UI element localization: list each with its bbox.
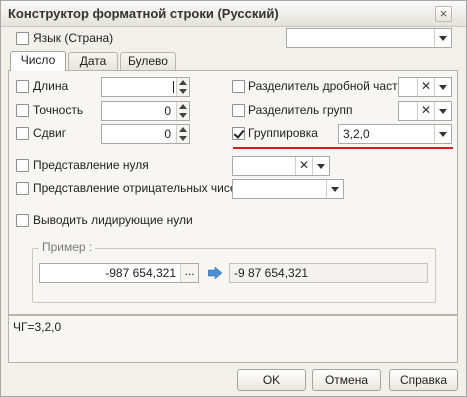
negative-representation-select[interactable] — [232, 179, 344, 199]
chevron-down-icon[interactable] — [434, 78, 451, 96]
grouping-value: 3,2,0 — [343, 127, 370, 141]
precision-checkbox[interactable] — [16, 104, 29, 117]
negative-representation-label: Представление отрицательных чисел — [33, 181, 244, 195]
zero-representation-label: Представление нуля — [33, 158, 149, 172]
dialog-window: Конструктор форматной строки (Русский) ×… — [0, 0, 467, 397]
group-separator-label: Разделитель групп — [248, 103, 353, 117]
grouping-label: Группировка — [248, 126, 318, 140]
decimal-separator-label: Разделитель дробной части — [248, 79, 405, 93]
decimal-separator-select[interactable]: ✕ — [398, 77, 452, 97]
clear-icon[interactable]: ✕ — [417, 78, 434, 96]
precision-spinner[interactable] — [176, 102, 189, 120]
window-title: Конструктор форматной строки (Русский) — [8, 6, 279, 21]
highlight-underline — [233, 147, 453, 149]
chevron-down-icon[interactable] — [434, 29, 451, 47]
leading-zeros-label: Выводить лидирующие нули — [33, 213, 193, 227]
zero-representation-checkbox[interactable] — [16, 159, 29, 172]
length-input[interactable] — [101, 77, 190, 97]
negative-representation-checkbox[interactable] — [16, 182, 29, 195]
format-string-text: ЧГ=3,2,0 — [13, 320, 62, 334]
length-checkbox[interactable] — [16, 80, 29, 93]
example-result-value: -9 87 654,321 — [234, 266, 309, 280]
shift-checkbox[interactable] — [16, 127, 29, 140]
shift-value: 0 — [164, 127, 171, 141]
arrow-right-icon — [208, 267, 222, 279]
language-label: Язык (Страна) — [33, 31, 114, 45]
select-value-button[interactable]: ... — [180, 264, 198, 282]
precision-input[interactable]: 0 — [101, 101, 190, 121]
example-result: -9 87 654,321 — [229, 263, 428, 283]
tab-boolean-label: Булево — [128, 54, 168, 68]
decimal-separator-checkbox[interactable] — [232, 80, 245, 93]
example-legend: Пример : — [39, 240, 96, 254]
clear-icon[interactable]: ✕ — [417, 102, 434, 120]
tab-boolean[interactable]: Булево — [120, 52, 176, 71]
chevron-down-icon[interactable] — [434, 125, 451, 143]
shift-spinner[interactable] — [176, 125, 189, 143]
tab-number[interactable]: Число — [10, 51, 66, 71]
leading-zeros-checkbox[interactable] — [16, 214, 29, 227]
cancel-button-label: Отмена — [324, 373, 369, 387]
ok-button-label: OK — [262, 373, 281, 387]
ok-button[interactable]: OK — [237, 369, 306, 391]
language-select[interactable] — [286, 28, 452, 48]
precision-label: Точность — [33, 103, 84, 117]
title-bar: Конструктор форматной строки (Русский) × — [1, 1, 466, 27]
tab-number-label: Число — [20, 53, 56, 67]
help-button-label: Справка — [399, 373, 448, 387]
grouping-select[interactable]: 3,2,0 — [338, 124, 452, 144]
help-button[interactable]: Справка — [389, 369, 458, 391]
cancel-button[interactable]: Отмена — [312, 369, 381, 391]
tab-date[interactable]: Дата — [68, 52, 118, 71]
zero-representation-select[interactable]: ✕ — [232, 156, 330, 176]
example-input-value: -987 654,321 — [105, 266, 176, 280]
group-separator-checkbox[interactable] — [232, 104, 245, 117]
language-checkbox[interactable] — [16, 32, 29, 45]
shift-input[interactable]: 0 — [101, 124, 190, 144]
tab-date-label: Дата — [79, 54, 107, 68]
close-icon: × — [439, 6, 448, 21]
text-cursor — [173, 81, 174, 93]
shift-label: Сдвиг — [33, 126, 67, 140]
precision-value: 0 — [164, 104, 171, 118]
close-button[interactable]: × — [435, 6, 452, 22]
chevron-down-icon[interactable] — [434, 102, 451, 120]
grouping-checkbox[interactable] — [232, 127, 245, 140]
length-label: Длина — [33, 79, 69, 93]
length-spinner[interactable] — [176, 78, 189, 96]
chevron-down-icon[interactable] — [326, 180, 343, 198]
chevron-down-icon[interactable] — [312, 157, 329, 175]
clear-icon[interactable]: ✕ — [295, 157, 312, 175]
example-input[interactable]: -987 654,321 ... — [39, 263, 199, 283]
group-separator-select[interactable]: ✕ — [398, 101, 452, 121]
ellipsis-icon: ... — [184, 264, 195, 278]
format-string-area[interactable]: ЧГ=3,2,0 — [8, 315, 458, 363]
